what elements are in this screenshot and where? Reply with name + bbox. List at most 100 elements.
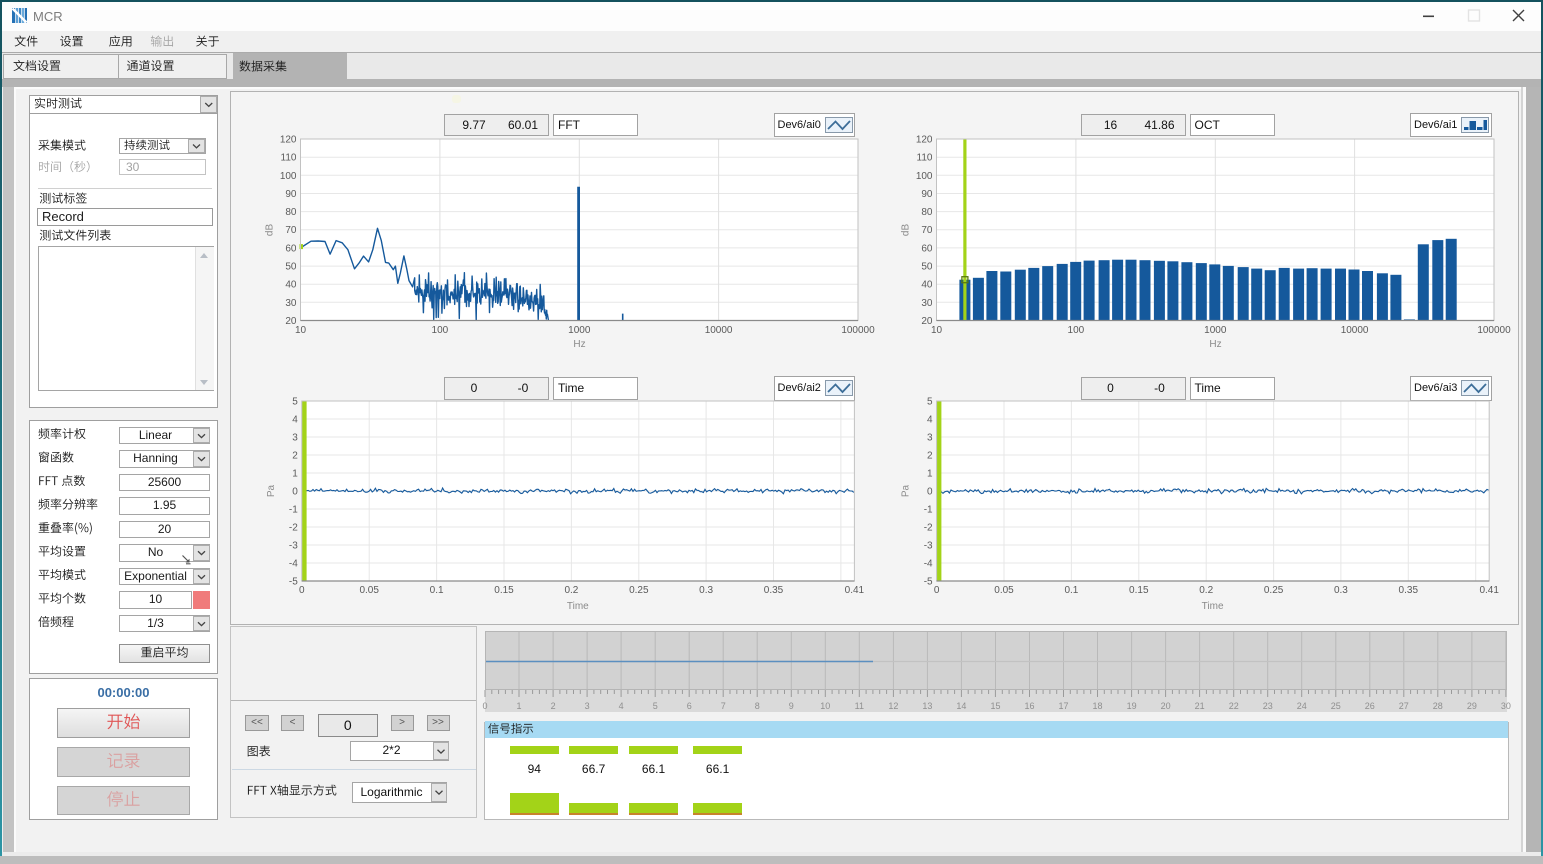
svg-text:-2: -2 [924, 523, 933, 534]
svg-text:-5: -5 [924, 577, 933, 588]
svg-text:1: 1 [927, 469, 933, 480]
svg-text:1000: 1000 [1204, 325, 1227, 336]
svg-text:26: 26 [1365, 701, 1375, 711]
svg-text:Time: Time [1202, 601, 1224, 612]
svg-text:3: 3 [292, 433, 298, 444]
svg-text:0.41: 0.41 [1479, 585, 1499, 596]
svg-text:-5: -5 [289, 577, 298, 588]
svg-text:Time: Time [567, 601, 589, 612]
svg-text:60: 60 [285, 243, 297, 254]
svg-text:90: 90 [285, 189, 297, 200]
svg-text:0: 0 [292, 487, 298, 498]
svg-text:1000: 1000 [568, 325, 591, 336]
svg-text:0.35: 0.35 [1399, 585, 1419, 596]
svg-text:Hz: Hz [1209, 339, 1221, 350]
svg-text:0.3: 0.3 [1334, 585, 1348, 596]
svg-text:50: 50 [921, 262, 933, 273]
svg-text:5: 5 [292, 397, 298, 408]
svg-text:3: 3 [585, 701, 590, 711]
svg-text:-4: -4 [924, 559, 933, 570]
svg-text:1: 1 [516, 701, 521, 711]
svg-text:100: 100 [916, 171, 933, 182]
svg-text:20: 20 [1161, 701, 1171, 711]
svg-text:70: 70 [921, 225, 933, 236]
svg-text:90: 90 [921, 189, 933, 200]
svg-text:10: 10 [820, 701, 830, 711]
svg-text:12: 12 [888, 701, 898, 711]
svg-text:-1: -1 [289, 505, 298, 516]
svg-text:0: 0 [934, 585, 940, 596]
svg-text:40: 40 [285, 280, 297, 291]
svg-text:0: 0 [927, 487, 933, 498]
svg-text:10000: 10000 [1341, 325, 1369, 336]
svg-text:0.15: 0.15 [1129, 585, 1149, 596]
svg-text:0.41: 0.41 [845, 585, 865, 596]
svg-text:110: 110 [281, 153, 297, 164]
svg-text:19: 19 [1127, 701, 1137, 711]
svg-text:10000: 10000 [705, 325, 733, 336]
svg-text:24: 24 [1297, 701, 1307, 711]
svg-text:15: 15 [990, 701, 1000, 711]
svg-text:-1: -1 [924, 505, 933, 516]
svg-text:10: 10 [931, 325, 943, 336]
svg-text:0.2: 0.2 [1199, 585, 1213, 596]
svg-text:16: 16 [1024, 701, 1034, 711]
svg-text:4: 4 [292, 415, 298, 426]
svg-text:25: 25 [1331, 701, 1341, 711]
svg-text:0.3: 0.3 [699, 585, 713, 596]
svg-text:5: 5 [653, 701, 658, 711]
svg-text:80: 80 [921, 207, 933, 218]
svg-text:40: 40 [921, 280, 933, 291]
svg-text:23: 23 [1263, 701, 1273, 711]
svg-text:30: 30 [285, 298, 297, 309]
svg-text:100000: 100000 [1477, 325, 1511, 336]
svg-text:-3: -3 [924, 541, 933, 552]
svg-text:80: 80 [285, 207, 297, 218]
svg-text:Pa: Pa [901, 484, 912, 497]
svg-text:27: 27 [1399, 701, 1409, 711]
svg-text:-2: -2 [289, 523, 298, 534]
svg-text:0.1: 0.1 [1064, 585, 1078, 596]
svg-text:2: 2 [927, 451, 933, 462]
svg-text:Pa: Pa [266, 484, 277, 497]
svg-text:4: 4 [927, 415, 933, 426]
svg-text:18: 18 [1092, 701, 1102, 711]
svg-text:1: 1 [292, 469, 298, 480]
svg-text:2: 2 [551, 701, 556, 711]
svg-text:0: 0 [299, 585, 305, 596]
svg-text:10: 10 [295, 325, 307, 336]
svg-text:dB: dB [901, 224, 912, 237]
svg-text:28: 28 [1433, 701, 1443, 711]
svg-text:9: 9 [789, 701, 794, 711]
svg-text:100: 100 [280, 171, 297, 182]
svg-text:Hz: Hz [573, 339, 585, 350]
svg-text:0.1: 0.1 [430, 585, 444, 596]
svg-text:14: 14 [956, 701, 966, 711]
svg-text:5: 5 [927, 397, 933, 408]
svg-text:0.05: 0.05 [994, 585, 1014, 596]
svg-text:8: 8 [755, 701, 760, 711]
svg-text:21: 21 [1195, 701, 1205, 711]
svg-text:4: 4 [619, 701, 624, 711]
svg-text:120: 120 [280, 135, 297, 146]
svg-text:29: 29 [1467, 701, 1477, 711]
svg-text:0.05: 0.05 [359, 585, 379, 596]
svg-text:2: 2 [292, 451, 298, 462]
svg-text:70: 70 [285, 225, 297, 236]
svg-text:100: 100 [432, 325, 449, 336]
svg-text:60: 60 [921, 243, 933, 254]
svg-text:100: 100 [1068, 325, 1085, 336]
svg-text:30: 30 [1501, 701, 1511, 711]
svg-text:17: 17 [1058, 701, 1068, 711]
svg-text:30: 30 [921, 298, 933, 309]
svg-text:22: 22 [1229, 701, 1239, 711]
svg-text:-4: -4 [289, 559, 298, 570]
svg-text:0.25: 0.25 [1264, 585, 1284, 596]
svg-text:3: 3 [927, 433, 933, 444]
svg-text:0.15: 0.15 [494, 585, 514, 596]
svg-text:7: 7 [721, 701, 726, 711]
svg-text:120: 120 [916, 135, 933, 146]
svg-text:0: 0 [482, 701, 487, 711]
svg-text:0.2: 0.2 [564, 585, 578, 596]
svg-text:0.35: 0.35 [764, 585, 784, 596]
